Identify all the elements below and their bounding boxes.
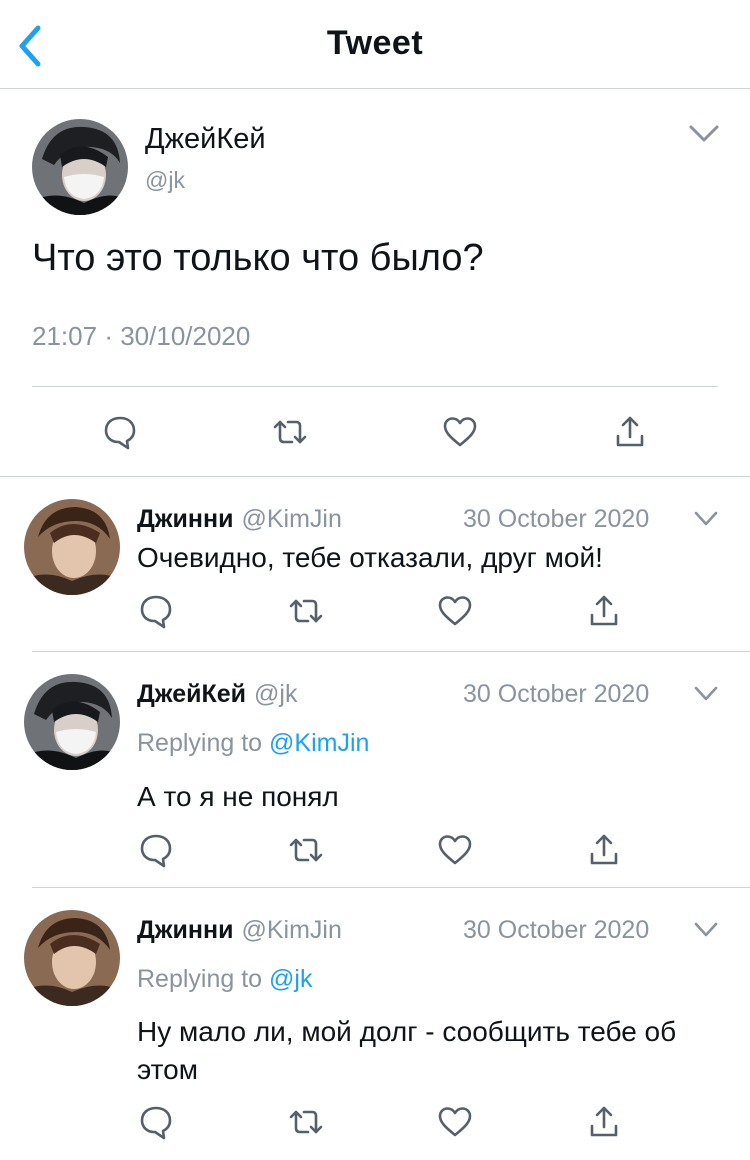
- author-handle[interactable]: @jk: [145, 167, 185, 194]
- top-bar: Tweet: [0, 0, 750, 89]
- share-icon[interactable]: [586, 832, 622, 868]
- tweet-text: Что это только что было?: [32, 237, 484, 279]
- like-icon[interactable]: [442, 414, 478, 450]
- replying-to: Replying to @KimJin: [137, 729, 369, 758]
- list-item[interactable]: ДжейКей @jk 30 October 2020 Replying to @…: [0, 652, 750, 888]
- main-tweet: ДжейКей @jk Что это только что было? 21:…: [0, 89, 750, 477]
- replying-to: Replying to @jk: [137, 965, 312, 994]
- author-handle[interactable]: @KimJin: [241, 505, 341, 533]
- tweet-date: 30 October 2020: [463, 505, 650, 533]
- retweet-icon[interactable]: [288, 1104, 324, 1140]
- tweet-time: 21:07: [32, 321, 98, 351]
- author-name[interactable]: ДжейКей: [137, 680, 246, 708]
- replying-to-label: Replying to: [137, 729, 263, 757]
- retweet-icon[interactable]: [288, 832, 324, 868]
- share-icon[interactable]: [612, 414, 648, 450]
- tweet-date: 30 October 2020: [463, 916, 650, 944]
- page-title: Tweet: [326, 24, 424, 62]
- reply-icon[interactable]: [138, 593, 174, 629]
- tweet-date: 30/10/2020: [120, 321, 251, 351]
- tweet-text: Ну мало ли, мой долг - сообщить тебе об …: [137, 1016, 677, 1085]
- tweet-date: 30 October 2020: [463, 680, 650, 708]
- author-handle[interactable]: @KimJin: [241, 916, 341, 944]
- mention-link[interactable]: @KimJin: [269, 729, 369, 757]
- avatar[interactable]: [24, 910, 120, 1006]
- chevron-down-icon[interactable]: [693, 685, 719, 703]
- author-name[interactable]: ДжейКей: [145, 123, 266, 156]
- chevron-down-icon[interactable]: [693, 921, 719, 939]
- reply-icon[interactable]: [138, 832, 174, 868]
- like-icon[interactable]: [437, 593, 473, 629]
- tweet-text: Очевидно, тебе отказали, друг мой!: [137, 542, 603, 573]
- list-item[interactable]: Джинни @KimJin 30 October 2020 Replying t…: [0, 888, 750, 1160]
- retweet-icon[interactable]: [272, 414, 308, 450]
- share-icon[interactable]: [586, 593, 622, 629]
- author-handle[interactable]: @jk: [254, 680, 297, 708]
- reply-icon[interactable]: [102, 414, 138, 450]
- avatar[interactable]: [24, 499, 120, 595]
- share-icon[interactable]: [586, 1104, 622, 1140]
- like-icon[interactable]: [437, 832, 473, 868]
- replying-to-label: Replying to: [137, 965, 263, 993]
- tweet-text: А то я не понял: [137, 781, 339, 812]
- author-name[interactable]: Джинни: [137, 916, 233, 944]
- mention-link[interactable]: @jk: [269, 965, 312, 993]
- divider: [32, 386, 718, 387]
- chevron-down-icon[interactable]: [693, 510, 719, 528]
- list-item[interactable]: Джинни @KimJin 30 October 2020 Очевидно, …: [0, 477, 750, 652]
- avatar[interactable]: [24, 674, 120, 770]
- avatar[interactable]: [32, 119, 128, 215]
- author-name[interactable]: Джинни: [137, 505, 233, 533]
- retweet-icon[interactable]: [288, 593, 324, 629]
- meta-separator: ·: [104, 321, 113, 351]
- tweet-timestamp: 21:07 · 30/10/2020: [32, 321, 250, 352]
- chevron-down-icon[interactable]: [688, 123, 720, 145]
- like-icon[interactable]: [437, 1104, 473, 1140]
- reply-icon[interactable]: [138, 1104, 174, 1140]
